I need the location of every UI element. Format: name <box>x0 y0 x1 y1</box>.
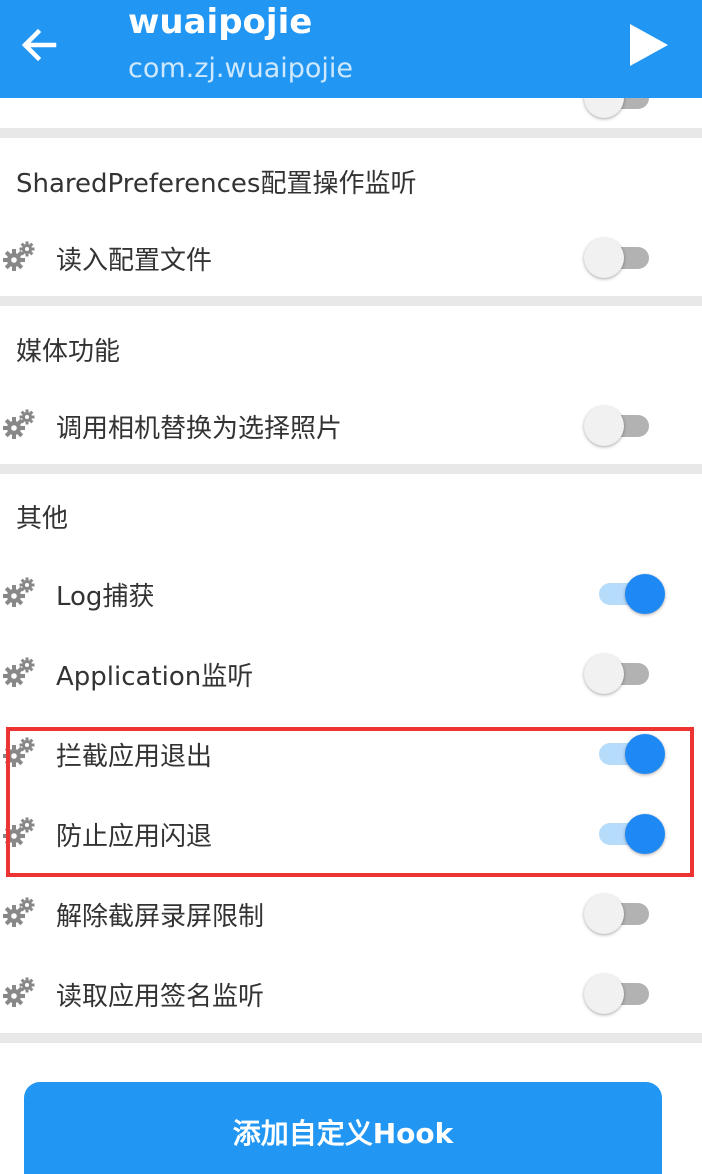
settings-list: SharedPreferences配置操作监听 读入配置文件 媒体功能 调用相机… <box>0 0 702 1174</box>
list-item-signature-monitor[interactable]: 读取应用签名监听 <box>0 954 702 1034</box>
gears-icon <box>3 657 35 687</box>
list-item-remove-screenshot-limit[interactable]: 解除截屏录屏限制 <box>0 874 702 954</box>
app-title: wuaipojie <box>128 2 313 42</box>
list-item-application-monitor[interactable]: Application监听 <box>0 634 702 714</box>
list-item-prevent-crash[interactable]: 防止应用闪退 <box>0 794 702 874</box>
app-bar: wuaipojie com.zj.wuaipojie <box>0 0 702 98</box>
list-item-camera-to-photo[interactable]: 调用相机替换为选择照片 <box>0 386 702 466</box>
item-label: Application监听 <box>56 662 254 692</box>
gears-icon <box>3 577 35 607</box>
list-item-read-config[interactable]: 读入配置文件 <box>0 218 702 298</box>
section-divider <box>0 464 702 474</box>
toggle-switch[interactable] <box>583 812 669 856</box>
switch-thumb <box>584 238 624 278</box>
toggle-switch[interactable] <box>583 892 669 936</box>
section-divider <box>0 1033 702 1043</box>
switch-thumb <box>584 654 624 694</box>
switch-thumb <box>625 574 665 614</box>
toggle-switch[interactable] <box>583 236 669 280</box>
toggle-switch[interactable] <box>583 572 669 616</box>
gears-icon <box>3 409 35 439</box>
toggle-switch[interactable] <box>583 652 669 696</box>
section-title-media: 媒体功能 <box>16 337 121 367</box>
section-divider <box>0 296 702 306</box>
package-name: com.zj.wuaipojie <box>128 53 354 84</box>
switch-thumb <box>625 814 665 854</box>
switch-thumb <box>625 734 665 774</box>
gears-icon <box>3 817 35 847</box>
toggle-switch[interactable] <box>583 404 669 448</box>
item-label: 解除截屏录屏限制 <box>56 902 265 932</box>
list-item-log-capture[interactable]: Log捕获 <box>0 554 702 634</box>
item-label: 拦截应用退出 <box>56 742 213 772</box>
section-title-shared-preferences: SharedPreferences配置操作监听 <box>16 169 417 199</box>
add-custom-hook-button[interactable]: 添加自定义Hook <box>24 1082 662 1174</box>
gears-icon <box>3 977 35 1007</box>
arrow-left-icon[interactable] <box>14 20 64 70</box>
toggle-switch[interactable] <box>583 972 669 1016</box>
section-title-other: 其他 <box>16 504 69 534</box>
list-item-intercept-exit[interactable]: 拦截应用退出 <box>0 714 702 794</box>
item-label: 防止应用闪退 <box>56 822 213 852</box>
switch-thumb <box>584 974 624 1014</box>
gears-icon <box>3 737 35 767</box>
toggle-switch[interactable] <box>583 732 669 776</box>
gears-icon <box>3 241 35 271</box>
item-label: 读入配置文件 <box>56 246 213 276</box>
section-divider <box>0 128 702 138</box>
gears-icon <box>3 897 35 927</box>
item-label: 调用相机替换为选择照片 <box>56 414 343 444</box>
switch-thumb <box>584 406 624 446</box>
switch-thumb <box>584 894 624 934</box>
item-label: Log捕获 <box>56 582 155 612</box>
item-label: 读取应用签名监听 <box>56 982 265 1012</box>
play-icon[interactable] <box>626 22 672 68</box>
